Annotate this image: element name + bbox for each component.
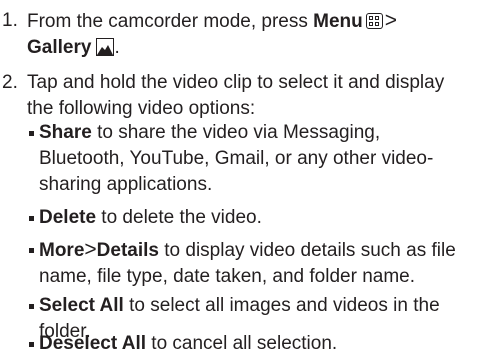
bullet-icon [29,342,34,347]
menu-label: Menu [313,11,363,32]
step-1-end: . [114,37,120,58]
option-details-label: Details [96,240,159,261]
step-2-line-1: Tap and hold the video clip to select it… [27,72,445,93]
step-1-intro: From the camcorder mode, press [27,11,314,32]
more-separator: > [84,238,97,261]
option-deselect-all-label: Deselect All [39,333,147,354]
gallery-picture-icon [96,38,115,56]
option-share-text: Share to share the video via Messaging, B… [39,122,434,195]
bullet-icon [29,131,34,136]
option-deselect-all-text: Deselect All to cancel all selection. [39,333,338,354]
option-delete-label: Delete [39,207,97,228]
step-1-text: From the camcorder mode, press Menu > Gall… [27,8,483,61]
step-2-number: 2. [2,72,18,93]
bullet-icon [29,304,34,309]
instruction-page: 1. From the camcorder mode, press Menu > G… [0,0,485,359]
bullet-icon [29,216,34,221]
option-more-details-text: More>Details to display video details su… [39,238,456,287]
step-2-line-2: the following video options: [27,98,256,119]
option-select-all-label: Select All [39,295,124,316]
option-delete-text: Delete to delete the video. [39,207,262,228]
step-1-number: 1. [2,10,18,31]
option-share-label: Share [39,122,92,143]
step-2-text: Tap and hold the video clip to select it… [27,70,483,122]
option-more-label: More [39,240,85,261]
menu-grid-icon [365,13,383,29]
gallery-label: Gallery [27,37,92,58]
menu-separator: > [384,9,398,32]
bullet-icon [29,248,34,253]
